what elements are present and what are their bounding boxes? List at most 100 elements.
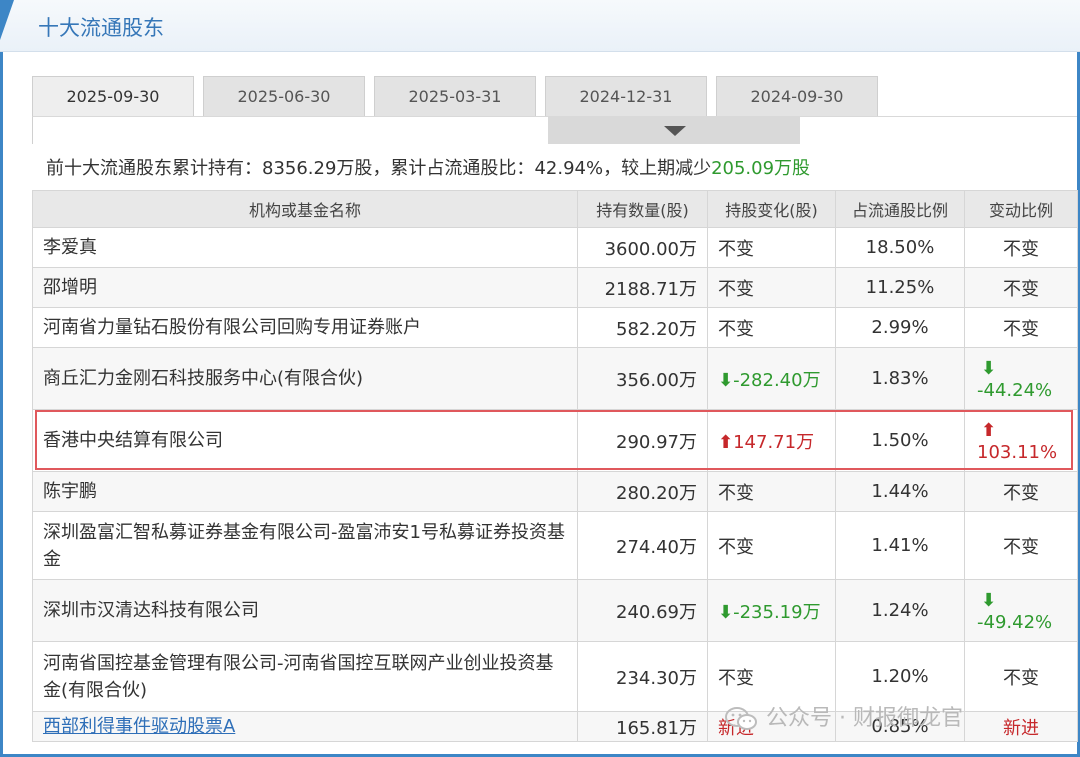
holding-change: 不变 xyxy=(707,511,836,580)
holder-name-text: 河南省国控基金管理有限公司-河南省国控互联网产业创业投资基金(有限合伙) xyxy=(43,652,554,701)
tab-2025-06-30[interactable]: 2025-06-30 xyxy=(203,76,365,118)
change-ratio-value: 不变 xyxy=(1003,278,1039,300)
change-ratio-group: ⬇ -49.42% xyxy=(977,588,1052,634)
holder-name: 香港中央结算有限公司 xyxy=(32,409,578,472)
holder-name-text: 李爱真 xyxy=(43,237,97,258)
tab-2025-09-30[interactable]: 2025-09-30 xyxy=(32,76,194,118)
holding-change-value: -282.40万 xyxy=(733,369,821,391)
holding-change: 不变 xyxy=(707,267,836,308)
change-ratio: ⬇ -49.42% xyxy=(964,579,1078,642)
float-share-ratio: 1.41% xyxy=(835,511,965,580)
holder-name: 陈宇鹏 xyxy=(32,471,578,512)
change-ratio: 不变 xyxy=(964,307,1078,348)
shareholders-table: 机构或基金名称 持有数量(股) 持股变化(股) 占流通股比例 变动比例 李爱真 3… xyxy=(32,190,1078,742)
holding-change-value: 不变 xyxy=(718,482,754,504)
holding-quantity: 582.20万 xyxy=(577,307,708,348)
table-row[interactable]: 商丘汇力金刚石科技服务中心(有限合伙) 356.00万 ⬇-282.40万 1.83%… xyxy=(32,347,1078,410)
summary-line: 前十大流通股东累计持有：8356.29万股，累计占流通股比：42.94%，较上期… xyxy=(46,154,810,180)
change-ratio: ⬇ -44.24% xyxy=(964,347,1078,410)
change-ratio-value: 新进 xyxy=(1003,717,1039,739)
change-ratio-group: ⬇ -44.24% xyxy=(977,356,1052,402)
header-change[interactable]: 持股变化(股) xyxy=(707,190,836,228)
summary-prefix: 前十大流通股东累计持有： xyxy=(46,158,262,179)
holder-name: 深圳盈富汇智私募证券基金有限公司-盈富沛安1号私募证券投资基金 xyxy=(32,511,578,580)
caret-down-icon[interactable] xyxy=(664,126,686,136)
holding-quantity: 280.20万 xyxy=(577,471,708,512)
holder-name-text: 商丘汇力金刚石科技服务中心(有限合伙) xyxy=(43,368,364,389)
holding-change-value: -235.19万 xyxy=(733,601,821,623)
title-bar: 十大流通股东 xyxy=(0,0,1080,52)
change-ratio-group: ⬆ 103.11% xyxy=(977,418,1057,464)
holding-quantity: 2188.71万 xyxy=(577,267,708,308)
float-share-ratio: 1.50% xyxy=(835,409,965,472)
table-row[interactable]: 河南省力量钻石股份有限公司回购专用证券账户 582.20万 不变 2.99% 不变 xyxy=(32,307,1078,348)
tab-2024-09-30[interactable]: 2024-09-30 xyxy=(716,76,878,118)
holder-name: 河南省力量钻石股份有限公司回购专用证券账户 xyxy=(32,307,578,348)
watermark-text: 公众号 · 财报御龙官 xyxy=(766,706,963,731)
table-row[interactable]: 深圳市汉清达科技有限公司 240.69万 ⬇-235.19万 1.24% ⬇ -49.42… xyxy=(32,579,1078,642)
arrow-down-icon: ⬇ xyxy=(718,601,734,623)
float-share-ratio: 1.83% xyxy=(835,347,965,410)
change-ratio-value: 不变 xyxy=(1003,238,1039,260)
holding-change-value: 不变 xyxy=(718,318,754,340)
holder-name-text: 深圳盈富汇智私募证券基金有限公司-盈富沛安1号私募证券投资基金 xyxy=(43,521,565,570)
table-row[interactable]: 深圳盈富汇智私募证券基金有限公司-盈富沛安1号私募证券投资基金 274.40万 不变… xyxy=(32,511,1078,580)
holding-quantity: 274.40万 xyxy=(577,511,708,580)
tab-2024-12-31[interactable]: 2024-12-31 xyxy=(545,76,707,118)
holding-quantity: 356.00万 xyxy=(577,347,708,410)
holding-change: 不变 xyxy=(707,227,836,268)
change-ratio: 不变 xyxy=(964,267,1078,308)
header-ratio[interactable]: 占流通股比例 xyxy=(835,190,965,228)
change-ratio-value: 不变 xyxy=(1003,482,1039,504)
float-share-ratio: 11.25% xyxy=(835,267,965,308)
table-row[interactable]: 邵增明 2188.71万 不变 11.25% 不变 xyxy=(32,267,1078,308)
change-ratio: 新进 xyxy=(964,711,1078,742)
holding-change-value: 不变 xyxy=(718,278,754,300)
arrow-down-icon: ⬇ xyxy=(718,369,734,391)
change-ratio-value: 不变 xyxy=(1003,667,1039,689)
arrow-up-icon: ⬆ xyxy=(718,431,734,453)
holder-name-link[interactable]: 西部利得事件驱动股票A xyxy=(43,716,235,737)
arrow-up-icon: ⬆ xyxy=(981,419,997,441)
arrow-down-icon: ⬇ xyxy=(981,589,997,611)
holder-name: 商丘汇力金刚石科技服务中心(有限合伙) xyxy=(32,347,578,410)
holding-change: ⬆147.71万 xyxy=(707,409,836,472)
float-share-ratio: 18.50% xyxy=(835,227,965,268)
holder-name[interactable]: 西部利得事件驱动股票A xyxy=(32,711,578,742)
header-quantity[interactable]: 持有数量(股) xyxy=(577,190,708,228)
table-row[interactable]: 李爱真 3600.00万 不变 18.50% 不变 xyxy=(32,227,1078,268)
float-share-ratio: 1.24% xyxy=(835,579,965,642)
holding-change-value: 不变 xyxy=(718,536,754,558)
header-name[interactable]: 机构或基金名称 xyxy=(32,190,578,228)
holder-name-text: 深圳市汉清达科技有限公司 xyxy=(43,600,259,621)
page-title: 十大流通股东 xyxy=(38,16,164,40)
change-ratio-value: 103.11% xyxy=(977,441,1058,463)
corner-decoration xyxy=(0,0,14,40)
arrow-down-icon: ⬇ xyxy=(981,357,997,379)
change-ratio-value: 不变 xyxy=(1003,318,1039,340)
tab-2025-03-31[interactable]: 2025-03-31 xyxy=(374,76,536,118)
summary-total-holding: 8356.29万股 xyxy=(262,158,373,179)
holder-name: 河南省国控基金管理有限公司-河南省国控互联网产业创业投资基金(有限合伙) xyxy=(32,641,578,712)
table-row[interactable]: 香港中央结算有限公司 290.97万 ⬆147.71万 1.50% ⬆ 103.11% xyxy=(32,409,1078,472)
holder-name: 邵增明 xyxy=(32,267,578,308)
table-row[interactable]: 陈宇鹏 280.20万 不变 1.44% 不变 xyxy=(32,471,1078,512)
holder-name-text: 河南省力量钻石股份有限公司回购专用证券账户 xyxy=(43,317,421,338)
watermark: 公众号 · 财报御龙官 xyxy=(724,700,963,732)
holder-name-text: 香港中央结算有限公司 xyxy=(43,430,223,451)
change-ratio: 不变 xyxy=(964,641,1078,712)
holding-change-value: 不变 xyxy=(718,238,754,260)
holding-quantity: 3600.00万 xyxy=(577,227,708,268)
holding-quantity: 290.97万 xyxy=(577,409,708,472)
holding-quantity: 240.69万 xyxy=(577,579,708,642)
wechat-icon xyxy=(725,707,757,730)
summary-ratio: 42.94% xyxy=(534,158,604,179)
change-ratio: 不变 xyxy=(964,227,1078,268)
change-ratio: 不变 xyxy=(964,511,1078,580)
holding-change: 不变 xyxy=(707,471,836,512)
holding-quantity: 165.81万 xyxy=(577,711,708,742)
float-share-ratio: 1.44% xyxy=(835,471,965,512)
header-change-ratio[interactable]: 变动比例 xyxy=(964,190,1078,228)
holding-change: ⬇-235.19万 xyxy=(707,579,836,642)
holder-name: 深圳市汉清达科技有限公司 xyxy=(32,579,578,642)
